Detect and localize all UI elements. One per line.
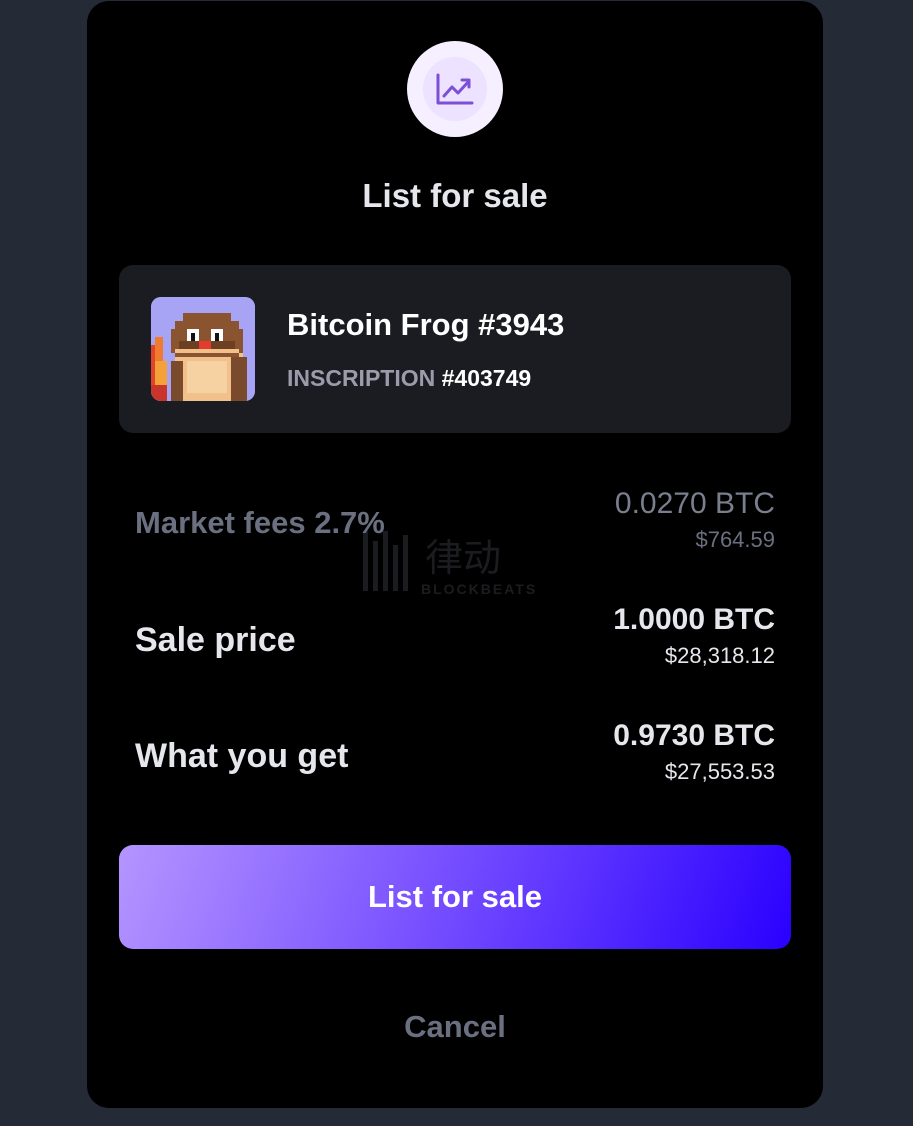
inscription-number: #403749: [441, 365, 532, 391]
what-you-get-btc: 0.9730 BTC: [613, 719, 775, 752]
market-fees-row: Market fees 2.7% 0.0270 BTC $764.59: [135, 487, 775, 567]
sale-price-usd: $28,318.12: [664, 643, 775, 668]
inscription-info: INSCRIPTION #403749: [287, 365, 531, 392]
sale-price-label: Sale price: [135, 621, 296, 659]
market-fees-usd: $764.59: [695, 527, 775, 552]
item-card: Bitcoin Frog #3943 INSCRIPTION #403749: [119, 265, 791, 433]
what-you-get-row: What you get 0.9730 BTC $27,553.53: [135, 719, 775, 799]
dialog-title: List for sale: [362, 177, 548, 214]
list-for-sale-dialog: List for sale Bitcoin Frog #3943 INSCRIP…: [87, 1, 823, 1108]
market-fees-btc: 0.0270 BTC: [614, 487, 775, 520]
watermark-text: BLOCKBEATS: [421, 581, 538, 597]
market-fees-label: Market fees 2.7%: [135, 505, 385, 540]
what-you-get-label: What you get: [135, 737, 349, 775]
sale-price-row: Sale price 1.0000 BTC $28,318.12: [135, 603, 775, 683]
what-you-get-usd: $27,553.53: [664, 759, 775, 784]
inscription-label: INSCRIPTION: [287, 365, 436, 391]
item-name: Bitcoin Frog #3943: [287, 307, 565, 342]
sale-price-btc: 1.0000 BTC: [613, 603, 775, 636]
dialog-icon-badge: [407, 41, 503, 137]
trending-up-icon: [436, 73, 474, 105]
cancel-button[interactable]: Cancel: [355, 999, 555, 1055]
item-thumbnail: [151, 297, 255, 401]
list-for-sale-button[interactable]: List for sale: [119, 845, 791, 949]
